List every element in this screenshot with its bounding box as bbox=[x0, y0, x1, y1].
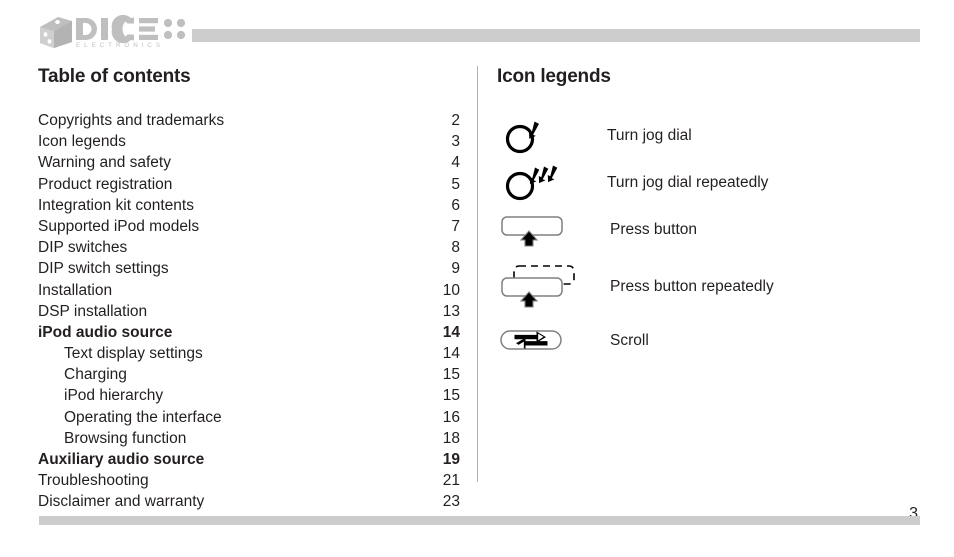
toc-entry[interactable]: iPod hierarchy 15 bbox=[38, 385, 460, 406]
toc-entry-label: Troubleshooting bbox=[38, 472, 149, 490]
toc-entry[interactable]: Browsing function 18 bbox=[38, 428, 460, 449]
toc-entry-page: 14 bbox=[442, 323, 460, 341]
toc-entry-page: 10 bbox=[442, 281, 460, 299]
toc-entry-label: DSP installation bbox=[38, 302, 148, 320]
legend-item-press-button: Press button bbox=[497, 210, 697, 250]
toc-entry[interactable]: Operating the interface 16 bbox=[38, 407, 460, 428]
toc-entry[interactable]: DIP switches 8 bbox=[38, 237, 460, 258]
toc-entry-label: Operating the interface bbox=[64, 408, 222, 426]
dice-electronics-logo: ELECTRONICS bbox=[38, 15, 190, 49]
press-button-icon bbox=[497, 210, 607, 250]
toc-entry-page: 23 bbox=[442, 493, 460, 511]
legend-label: Turn jog dial bbox=[607, 127, 692, 144]
toc-entry-page: 14 bbox=[442, 345, 460, 363]
toc-entry[interactable]: Icon legends 3 bbox=[38, 131, 460, 152]
toc-entry[interactable]: Copyrights and trademarks 2 bbox=[38, 110, 460, 131]
toc-entry-label: iPod audio source bbox=[38, 323, 173, 341]
toc-entry-page: 19 bbox=[442, 451, 460, 468]
logo-dots bbox=[163, 18, 186, 40]
press-button-repeatedly-icon bbox=[497, 261, 607, 313]
toc-entry[interactable]: Supported iPod models 7 bbox=[38, 216, 460, 237]
arrow-2 bbox=[538, 166, 549, 184]
die-cube-mark bbox=[40, 17, 72, 48]
toc-entry[interactable]: Disclaimer and warranty 23 bbox=[38, 491, 460, 512]
toc-entry[interactable]: Warning and safety 4 bbox=[38, 152, 460, 173]
legend-item-turn-jog-dial-repeatedly: Turn jog dial repeatedly bbox=[497, 163, 768, 203]
toc-entry[interactable]: Text display settings 14 bbox=[38, 343, 460, 364]
toc-entry-label: Text display settings bbox=[64, 345, 203, 363]
toc-entry-label: Integration kit contents bbox=[38, 196, 194, 214]
toc-entry-label: Product registration bbox=[38, 175, 173, 193]
toc-entry-label: Browsing function bbox=[64, 429, 187, 447]
legend-item-press-button-repeatedly: Press button repeatedly bbox=[497, 261, 774, 313]
scroll-track bbox=[500, 330, 562, 350]
arrow-3 bbox=[547, 165, 558, 183]
toc-entry-page: 6 bbox=[451, 196, 460, 214]
header-rule bbox=[192, 29, 920, 42]
column-divider bbox=[477, 66, 478, 482]
legend-label: Press button bbox=[610, 221, 698, 238]
toc-entry-label: DIP switch settings bbox=[38, 260, 169, 278]
toc-entry-page: 7 bbox=[451, 217, 460, 235]
toc-entry[interactable]: DIP switch settings 9 bbox=[38, 258, 460, 279]
table-of-contents-section: Table of contents Copyrights and tradema… bbox=[38, 66, 460, 513]
toc-entry[interactable]: Product registration 5 bbox=[38, 174, 460, 195]
legend-label: Scroll bbox=[610, 332, 649, 349]
toc-entry[interactable]: Integration kit contents 6 bbox=[38, 195, 460, 216]
toc-entry[interactable]: iPod audio source 14 bbox=[38, 322, 460, 343]
button-outline bbox=[501, 277, 563, 297]
toc-entry-label: Warning and safety bbox=[38, 154, 171, 172]
jog-dial-turn-repeatedly-icon bbox=[497, 163, 607, 203]
toc-entry-page: 15 bbox=[442, 387, 460, 405]
toc-entry-page: 3 bbox=[451, 133, 460, 151]
toc-entry-label: Disclaimer and warranty bbox=[38, 493, 205, 511]
footer-rule bbox=[39, 516, 920, 525]
icon-legends-section: Icon legends Turn jog dial Turn jog dial… bbox=[497, 66, 917, 350]
svg-text:ELECTRONICS: ELECTRONICS bbox=[76, 42, 164, 49]
toc-entry-label: Installation bbox=[38, 281, 113, 299]
toc-entry-page: 21 bbox=[442, 472, 460, 490]
toc-entry-page: 4 bbox=[451, 154, 460, 172]
toc-title: Table of contents bbox=[38, 66, 191, 87]
toc-entry-page: 18 bbox=[442, 429, 460, 447]
toc-entry-page: 5 bbox=[451, 175, 460, 193]
toc-entry[interactable]: Auxiliary audio source 19 bbox=[38, 449, 460, 470]
toc-entry[interactable]: Troubleshooting 21 bbox=[38, 470, 460, 491]
toc-entry[interactable]: DSP installation 13 bbox=[38, 301, 460, 322]
toc-entry-page: 13 bbox=[442, 302, 460, 320]
logo-wordmark bbox=[76, 15, 158, 44]
toc-list: Copyrights and trademarks 2 Icon legends 3 W… bbox=[38, 110, 460, 513]
toc-entry-page: 15 bbox=[442, 366, 460, 384]
toc-entry[interactable]: Charging 15 bbox=[38, 364, 460, 385]
icon-legends-title: Icon legends bbox=[497, 66, 611, 87]
toc-entry-label: DIP switches bbox=[38, 239, 128, 257]
jog-dial-turn-icon bbox=[497, 116, 607, 156]
toc-entry-page: 8 bbox=[451, 239, 460, 257]
toc-entry-label: iPod hierarchy bbox=[64, 387, 164, 405]
legend-item-turn-jog-dial: Turn jog dial bbox=[497, 116, 692, 156]
legend-label: Press button repeatedly bbox=[610, 278, 774, 295]
scroll-icon bbox=[497, 324, 607, 358]
legend-item-scroll: Scroll bbox=[497, 321, 649, 361]
toc-entry-page: 16 bbox=[442, 408, 460, 426]
toc-entry-label: Charging bbox=[64, 366, 127, 384]
arrow-1 bbox=[529, 167, 540, 185]
toc-entry-page: 9 bbox=[451, 260, 460, 278]
button-outline bbox=[501, 216, 563, 236]
toc-entry-label: Copyrights and trademarks bbox=[38, 112, 225, 129]
legend-label: Turn jog dial repeatedly bbox=[607, 174, 769, 191]
toc-entry-label: Supported iPod models bbox=[38, 217, 200, 235]
page-header: ELECTRONICS bbox=[0, 0, 954, 62]
toc-entry[interactable]: Installation 10 bbox=[38, 280, 460, 301]
toc-entry-label: Icon legends bbox=[38, 133, 126, 151]
toc-entry-page: 2 bbox=[451, 112, 460, 129]
toc-entry-label: Auxiliary audio source bbox=[38, 451, 205, 468]
